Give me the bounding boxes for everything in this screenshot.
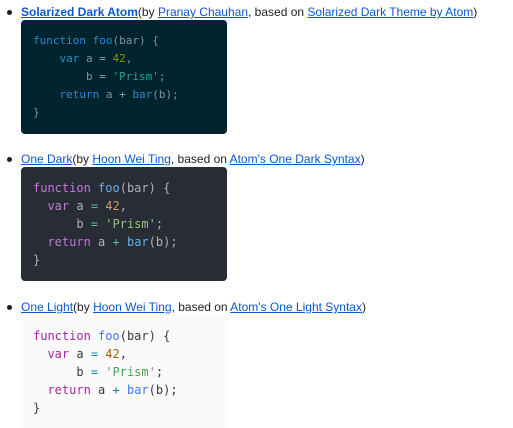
by-text: (by [72,152,93,166]
based-on-link[interactable]: Atom's One Light Syntax [230,300,362,314]
code-line-3: b = 'Prism'; [76,365,164,379]
theme-heading: One Light(by Hoon Wei Ting, based on Ato… [7,298,366,316]
based-on-text: , based on [248,5,308,19]
theme-name-link[interactable]: Solarized Dark Atom [21,5,138,19]
code-line-2: var a = 42, [47,199,127,213]
bullet-icon [7,157,12,162]
code-line-1: function foo(bar) { [33,181,171,195]
by-text: (by [73,300,94,314]
code-line-5: } [33,401,41,415]
code-line-5: } [33,106,40,119]
theme-item-one-dark: One Dark(by Hoon Wei Ting, based on Atom… [7,150,365,281]
author-link[interactable]: Hoon Wei Ting [93,300,172,314]
code-line-1: function foo(bar) { [33,329,171,343]
theme-item-solarized-dark-atom: Solarized Dark Atom(by Pranay Chauhan, b… [7,3,477,134]
code-preview: function foo(bar) { var a = 42, b = 'Pri… [21,315,227,428]
author-link[interactable]: Pranay Chauhan [158,5,248,19]
theme-heading: Solarized Dark Atom(by Pranay Chauhan, b… [7,3,477,21]
theme-heading: One Dark(by Hoon Wei Ting, based on Atom… [7,150,365,168]
theme-name-link[interactable]: One Dark [21,152,72,166]
based-on-link[interactable]: Atom's One Dark Syntax [230,152,361,166]
based-on-link[interactable]: Solarized Dark Theme by Atom [307,5,473,19]
code-line-2: var a = 42, [59,52,133,65]
code-line-5: } [33,253,41,267]
code-line-3: b = 'Prism'; [76,217,164,231]
based-on-text: , based on [170,152,230,166]
author-link[interactable]: Hoon Wei Ting [92,152,171,166]
theme-item-one-light: One Light(by Hoon Wei Ting, based on Ato… [7,298,366,428]
code-preview: function foo(bar) { var a = 42, b = 'Pri… [21,20,227,134]
suffix-text: ) [473,5,478,19]
code-line-3: b = 'Prism'; [85,70,166,83]
code-line-1: function foo(bar) { [33,34,159,47]
code-line-4: return a + bar(b); [47,235,178,249]
suffix-text: ) [361,300,366,314]
based-on-text: , based on [171,300,231,314]
code-line-4: return a + bar(b); [47,383,178,397]
bullet-icon [7,10,12,15]
bullet-icon [7,305,12,310]
by-text: (by [137,5,158,19]
theme-name-link[interactable]: One Light [21,300,73,314]
code-line-4: return a + bar(b); [59,88,179,101]
code-line-2: var a = 42, [47,347,127,361]
code-preview: function foo(bar) { var a = 42, b = 'Pri… [21,167,227,281]
suffix-text: ) [360,152,365,166]
